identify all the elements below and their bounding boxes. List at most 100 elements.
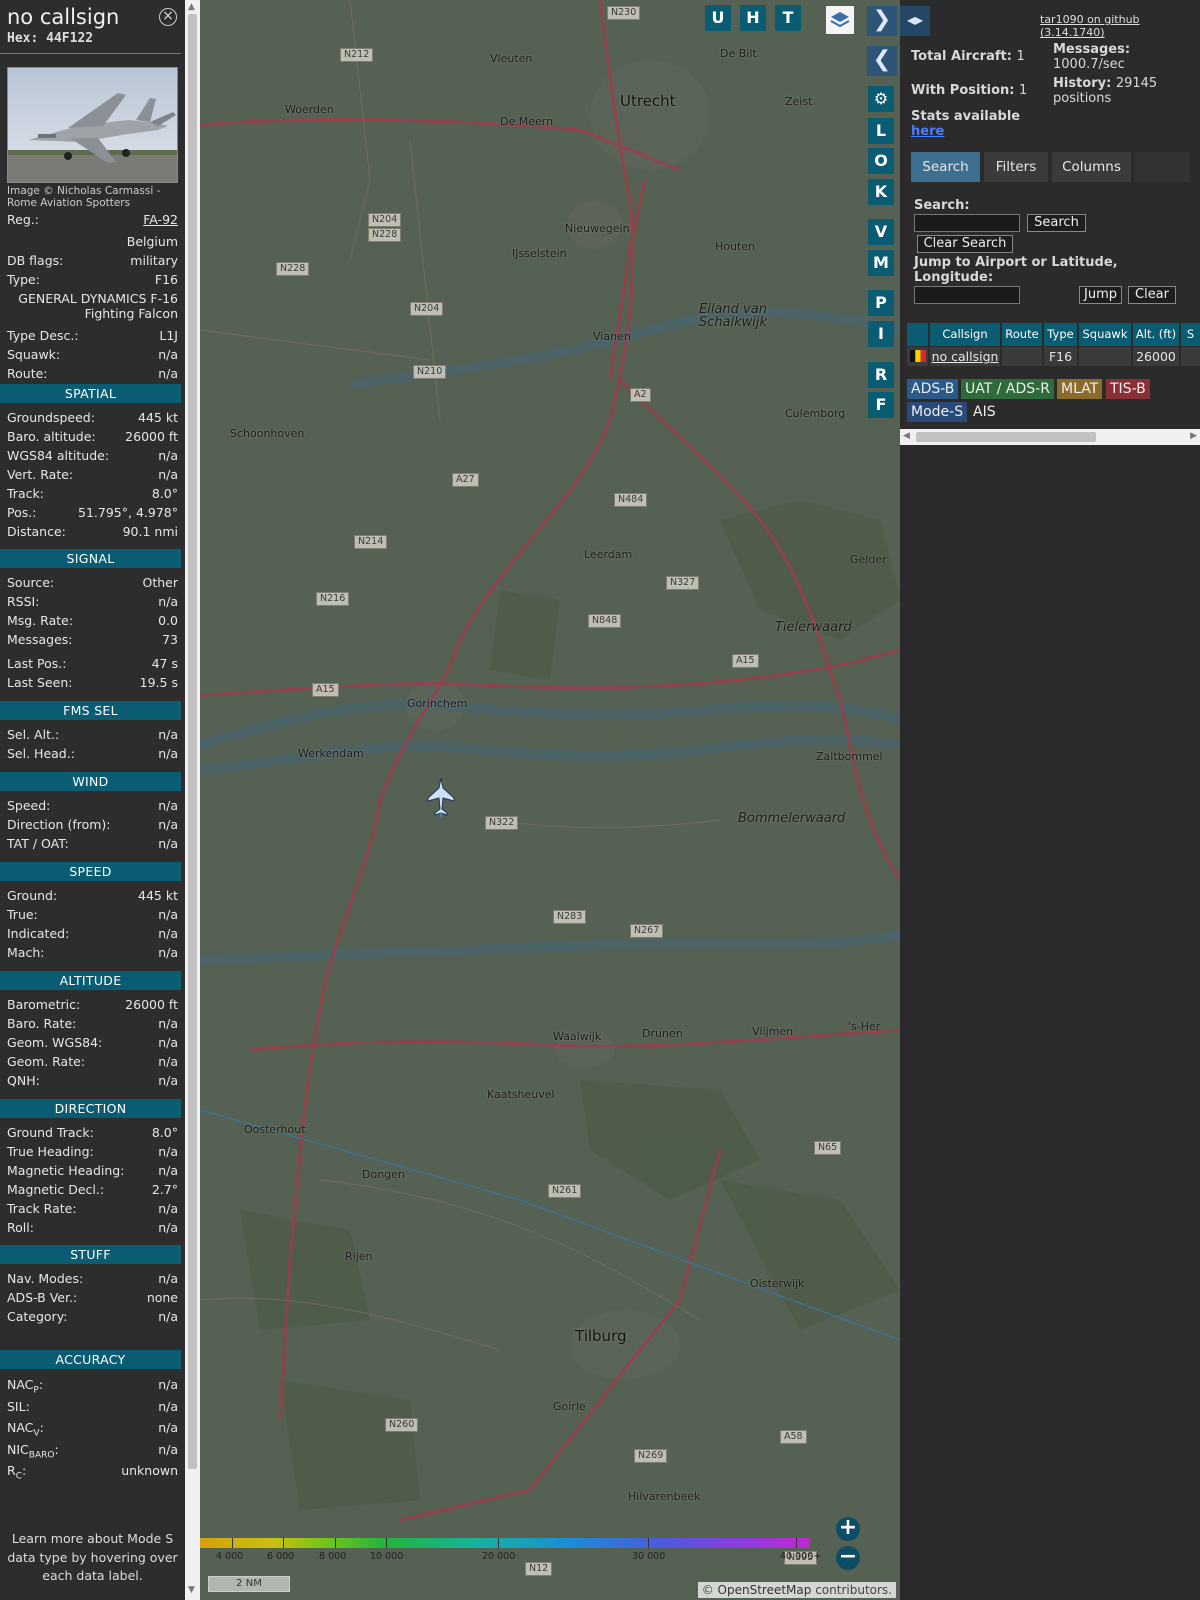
- road-label: N12: [525, 1562, 553, 1576]
- road-label: N260: [385, 1418, 419, 1432]
- altitude-scale-tick: [648, 1538, 649, 1548]
- settings-button[interactable]: ⚙: [868, 86, 894, 112]
- tab-search[interactable]: Search: [911, 152, 980, 182]
- map-button-l[interactable]: L: [868, 118, 894, 144]
- speed-value: n/a: [158, 945, 178, 960]
- place-label: Schoonhoven: [230, 427, 305, 440]
- spatial-value: n/a: [158, 467, 178, 482]
- table-header-speed[interactable]: S: [1181, 323, 1200, 346]
- search-button[interactable]: Search: [1027, 214, 1086, 232]
- aircraft-photo-image: [8, 68, 177, 182]
- stats-label: Stats available: [911, 109, 1021, 124]
- signal-label: Source:: [7, 575, 55, 590]
- place-label: Goirle: [553, 1400, 586, 1413]
- table-header-alt[interactable]: Alt. (ft): [1133, 323, 1179, 346]
- accuracy-label: SIL:: [7, 1399, 30, 1414]
- reg-link[interactable]: FA-92: [143, 212, 178, 227]
- speed-value: 445 kt: [138, 888, 178, 903]
- place-label: Zeist: [785, 95, 813, 108]
- aircraft-hex: Hex: 44F122: [7, 31, 94, 46]
- accuracy-label-sub: BARO: [28, 1450, 55, 1461]
- aircraft-marker-icon[interactable]: [426, 776, 456, 818]
- github-link[interactable]: tar1090 on github (3.14.1740): [1040, 13, 1200, 39]
- table-horizontal-scrollbar[interactable]: ◀ ▶: [900, 429, 1200, 445]
- map-button-m[interactable]: M: [868, 250, 894, 276]
- table-header-type[interactable]: Type: [1044, 323, 1077, 346]
- section-header-accuracy: ACCURACY: [0, 1350, 181, 1369]
- map-button-k[interactable]: K: [868, 179, 894, 205]
- direction-value: 8.0°: [151, 1125, 178, 1140]
- chevron-right-icon: ❯: [872, 7, 892, 32]
- zoom-in-button[interactable]: +: [836, 1517, 860, 1541]
- aircraft-photo[interactable]: [7, 67, 178, 183]
- altitude-label: Geom. Rate:: [7, 1054, 86, 1069]
- map-button-v[interactable]: V: [868, 219, 894, 245]
- direction-label: Track Rate:: [7, 1201, 77, 1216]
- signal-value: 0.0: [158, 613, 178, 628]
- spatial-row: Distance: 90.1 nmi: [7, 524, 178, 542]
- callsign-cell[interactable]: no callsign: [930, 347, 1000, 366]
- map-attribution: © OpenStreetMap contributors.: [697, 1582, 896, 1598]
- stats-here-link[interactable]: here: [911, 124, 944, 139]
- signal-label: Last Pos.:: [7, 656, 67, 671]
- jump-input[interactable]: [914, 286, 1020, 304]
- map-button-p[interactable]: P: [868, 290, 894, 316]
- map-button-r[interactable]: R: [868, 362, 894, 388]
- horizontal-scrollbar-thumb[interactable]: [916, 432, 1096, 442]
- squawk-value: n/a: [158, 347, 178, 362]
- jump-button[interactable]: Jump: [1079, 286, 1122, 304]
- toggle-sidebar-button[interactable]: ◂▸: [900, 6, 930, 36]
- spatial-value: 26000 ft: [125, 429, 178, 444]
- osm-link[interactable]: OpenStreetMap: [718, 1583, 812, 1597]
- scroll-left-icon[interactable]: ◀: [903, 431, 910, 441]
- map-button-i[interactable]: I: [868, 321, 894, 347]
- accuracy-label: NACP:: [7, 1377, 44, 1396]
- road-label: A15: [732, 654, 759, 668]
- altitude-scale-tick: [796, 1538, 797, 1548]
- road-label: N204: [368, 213, 402, 227]
- table-header-flag[interactable]: [907, 323, 928, 346]
- type-cell: F16: [1044, 347, 1077, 366]
- altitude-scale-tick: [283, 1538, 284, 1548]
- info-panel-scrollbar[interactable]: ▲ ▼: [185, 0, 200, 1600]
- accuracy-row: SIL: n/a: [7, 1399, 178, 1417]
- collapse-panel-button[interactable]: ❮: [867, 46, 897, 76]
- clear-jump-button[interactable]: Clear: [1128, 286, 1176, 304]
- map-button-o[interactable]: O: [868, 148, 894, 174]
- altitude-label: Baro. Rate:: [7, 1016, 77, 1031]
- map-button-t[interactable]: T: [775, 5, 801, 31]
- table-header-route[interactable]: Route: [1002, 323, 1042, 346]
- map-button-u[interactable]: U: [705, 5, 731, 31]
- tab-filters[interactable]: Filters: [984, 152, 1048, 182]
- altitude-row: QNH: n/a: [7, 1073, 178, 1091]
- speed-row: True: n/a: [7, 907, 178, 925]
- scroll-up-icon[interactable]: ▲: [188, 2, 195, 12]
- total-aircraft-label: Total Aircraft:: [911, 49, 1012, 64]
- clear-search-button[interactable]: Clear Search: [917, 235, 1013, 253]
- table-header-squawk[interactable]: Squawk: [1079, 323, 1131, 346]
- layers-button[interactable]: [826, 6, 854, 34]
- zoom-out-button[interactable]: −: [836, 1546, 860, 1570]
- table-header-callsign[interactable]: Callsign: [930, 323, 1000, 346]
- accuracy-label-text: NAC: [7, 1377, 34, 1392]
- tab-columns[interactable]: Columns: [1052, 152, 1131, 182]
- map-view[interactable]: Vleuten De Bilt Utrecht Zeist Woerden De Meer…: [200, 0, 900, 1600]
- expand-panel-button[interactable]: ❯: [867, 6, 897, 36]
- search-input[interactable]: [914, 214, 1020, 232]
- map-button-h[interactable]: H: [740, 5, 766, 31]
- wind-row: Direction (from): n/a: [7, 817, 178, 835]
- history-stat: History: 29145 positions: [1053, 76, 1157, 106]
- close-icon[interactable]: ×: [159, 8, 177, 26]
- spatial-row: Vert. Rate: n/a: [7, 467, 178, 485]
- direction-value: n/a: [158, 1201, 178, 1216]
- speed-cell: [1181, 347, 1200, 366]
- wind-value: n/a: [158, 798, 178, 813]
- scroll-right-icon[interactable]: ▶: [1190, 431, 1197, 441]
- altitude-row: Geom. Rate: n/a: [7, 1054, 178, 1072]
- scroll-down-icon[interactable]: ▼: [188, 1585, 195, 1595]
- stuff-value: none: [146, 1290, 178, 1305]
- flag-cell: [907, 347, 928, 366]
- scrollbar-thumb[interactable]: [188, 14, 197, 1469]
- map-button-f[interactable]: F: [868, 392, 894, 418]
- speed-row: Ground: 445 kt: [7, 888, 178, 906]
